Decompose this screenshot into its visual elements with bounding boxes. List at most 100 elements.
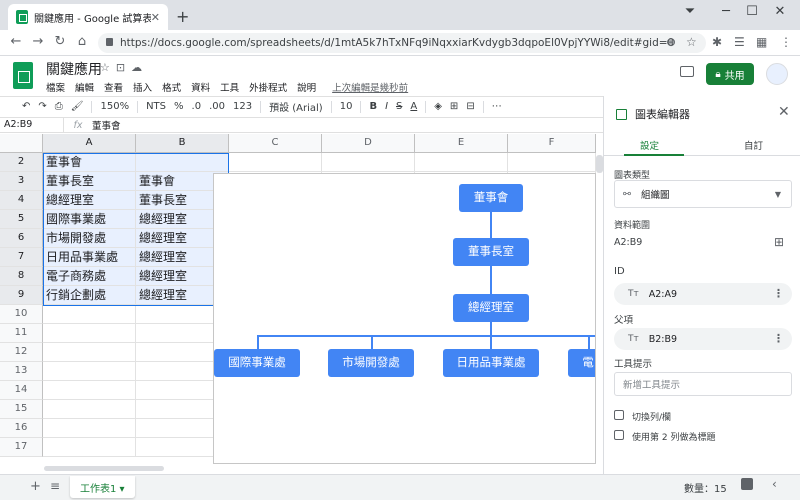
explore-icon[interactable] xyxy=(741,478,753,490)
browser-menu-icon[interactable]: ⋮ xyxy=(780,35,792,49)
select-all-corner[interactable] xyxy=(0,134,43,153)
collapse-icon[interactable]: ‹ xyxy=(772,477,777,491)
font-size-select[interactable]: 10 xyxy=(340,101,353,112)
org-chart-node[interactable]: 日用品事業處 xyxy=(443,349,539,377)
row-header[interactable]: 8 xyxy=(0,267,43,286)
more-formats-select[interactable]: 123 xyxy=(233,101,252,112)
row-header[interactable]: 2 xyxy=(0,153,43,172)
reload-icon[interactable]: ↻ xyxy=(52,34,68,49)
formula-input[interactable]: 董事會 xyxy=(92,118,121,132)
column-header[interactable]: D xyxy=(322,134,415,153)
id-more-icon[interactable]: ⋮ xyxy=(773,287,784,300)
cloud-status-icon[interactable]: ☁ xyxy=(131,61,142,74)
id-range-chip[interactable]: Tт A2:A9 ⋮ xyxy=(614,283,792,305)
table-cell[interactable] xyxy=(322,153,415,172)
row-header[interactable]: 16 xyxy=(0,419,43,438)
table-cell[interactable]: 電子商務處 xyxy=(43,267,136,286)
redo-icon[interactable]: ↷ xyxy=(38,101,46,112)
table-cell[interactable] xyxy=(43,438,136,457)
tab-setup[interactable]: 設定 xyxy=(640,138,659,152)
new-tab-icon[interactable]: + xyxy=(176,7,189,26)
table-cell[interactable] xyxy=(43,381,136,400)
tooltip-input[interactable]: 新增工具提示 xyxy=(614,372,792,396)
row-header[interactable]: 3 xyxy=(0,172,43,191)
table-cell[interactable] xyxy=(136,153,229,172)
row-header[interactable]: 7 xyxy=(0,248,43,267)
text-color-button[interactable]: A xyxy=(410,101,417,112)
switch-rows-columns-checkbox[interactable] xyxy=(614,410,624,420)
add-sheet-button[interactable]: + xyxy=(30,479,41,494)
row-header[interactable]: 6 xyxy=(0,229,43,248)
last-edit-link[interactable]: 上次編輯是幾秒前 xyxy=(332,80,408,94)
menu-help[interactable]: 說明 xyxy=(297,80,316,94)
parent-range-chip[interactable]: Tт B2:B9 ⋮ xyxy=(614,328,792,350)
browser-tab[interactable]: 關鍵應用 - Google 試算表 ✕ xyxy=(8,4,168,30)
more-button[interactable]: ⋯ xyxy=(492,101,502,112)
menu-format[interactable]: 格式 xyxy=(162,80,181,94)
currency-format-button[interactable]: NTS xyxy=(146,101,166,112)
close-window-button[interactable]: ✕ xyxy=(766,4,794,19)
row-header[interactable]: 11 xyxy=(0,324,43,343)
table-cell[interactable] xyxy=(43,343,136,362)
menu-edit[interactable]: 編輯 xyxy=(75,80,94,94)
parent-more-icon[interactable]: ⋮ xyxy=(773,332,784,345)
selection-count[interactable]: 數量：15 xyxy=(684,480,727,495)
bookmark-star-icon[interactable]: ☆ xyxy=(686,35,697,49)
bold-button[interactable]: B xyxy=(369,101,377,112)
row-header[interactable]: 14 xyxy=(0,381,43,400)
table-cell[interactable] xyxy=(415,153,508,172)
merge-cells-icon[interactable]: ⊟ xyxy=(466,101,474,112)
data-range-value[interactable]: A2:B9 xyxy=(614,237,642,248)
percent-format-button[interactable]: % xyxy=(174,101,184,112)
move-folder-icon[interactable]: ⊡ xyxy=(116,61,125,74)
panel-close-button[interactable]: ✕ xyxy=(778,104,790,120)
row-header[interactable]: 4 xyxy=(0,191,43,210)
menu-data[interactable]: 資料 xyxy=(191,80,210,94)
table-cell[interactable]: 國際事業處 xyxy=(43,210,136,229)
org-chart[interactable]: 董事會 董事長室 總經理室 國際事業處 市場開發處 日用品事業處 電 xyxy=(213,173,596,464)
sheets-logo-icon[interactable] xyxy=(13,62,33,89)
row-header[interactable]: 13 xyxy=(0,362,43,381)
table-cell[interactable] xyxy=(43,400,136,419)
table-cell[interactable]: 市場開發處 xyxy=(43,229,136,248)
tab-search-icon[interactable]: ⏷ xyxy=(676,4,704,19)
calendar-extension-icon[interactable]: ▦ xyxy=(756,35,767,49)
reading-list-icon[interactable]: ☰ xyxy=(734,35,745,49)
column-header[interactable]: C xyxy=(229,134,322,153)
chart-type-select[interactable]: ⚯ 組織圖 ▼ xyxy=(614,180,792,208)
table-cell[interactable]: 董事長室 xyxy=(43,172,136,191)
table-cell[interactable] xyxy=(43,419,136,438)
fill-color-icon[interactable]: ◈ xyxy=(434,101,442,112)
org-chart-node[interactable]: 董事會 xyxy=(459,184,523,212)
home-icon[interactable]: ⌂ xyxy=(74,34,90,49)
url-input[interactable]: https://docs.google.com/spreadsheets/d/1… xyxy=(98,33,706,53)
forward-icon[interactable]: → xyxy=(30,34,46,49)
star-icon[interactable]: ☆ xyxy=(100,61,110,74)
org-chart-node[interactable]: 市場開發處 xyxy=(328,349,414,377)
menu-view[interactable]: 查看 xyxy=(104,80,123,94)
column-header[interactable]: F xyxy=(508,134,596,153)
menu-tools[interactable]: 工具 xyxy=(220,80,239,94)
undo-icon[interactable]: ↶ xyxy=(22,101,30,112)
decrease-decimal-button[interactable]: .0 xyxy=(192,101,202,112)
share-button[interactable]: 🔒︎ 共用 xyxy=(706,63,754,85)
name-box[interactable]: A2:B9 xyxy=(0,118,64,132)
table-cell[interactable]: 日用品事業處 xyxy=(43,248,136,267)
table-cell[interactable]: 行銷企劃處 xyxy=(43,286,136,305)
tab-close-icon[interactable]: ✕ xyxy=(151,11,160,24)
table-cell[interactable] xyxy=(508,153,596,172)
row-header[interactable]: 5 xyxy=(0,210,43,229)
all-sheets-button[interactable]: ≡ xyxy=(50,479,60,493)
row-header[interactable]: 9 xyxy=(0,286,43,305)
column-header[interactable]: E xyxy=(415,134,508,153)
extensions-icon[interactable]: ✱ xyxy=(712,35,722,49)
install-icon[interactable]: ⊕ xyxy=(666,35,676,49)
org-chart-node[interactable]: 電 xyxy=(568,349,595,377)
row-header[interactable]: 10 xyxy=(0,305,43,324)
font-select[interactable]: 預設 (Arial) xyxy=(269,99,323,114)
table-cell[interactable] xyxy=(43,362,136,381)
org-chart-node[interactable]: 總經理室 xyxy=(453,294,529,322)
strikethrough-button[interactable]: S xyxy=(396,101,402,112)
org-chart-node[interactable]: 國際事業處 xyxy=(214,349,300,377)
tab-customize[interactable]: 自訂 xyxy=(744,138,763,152)
